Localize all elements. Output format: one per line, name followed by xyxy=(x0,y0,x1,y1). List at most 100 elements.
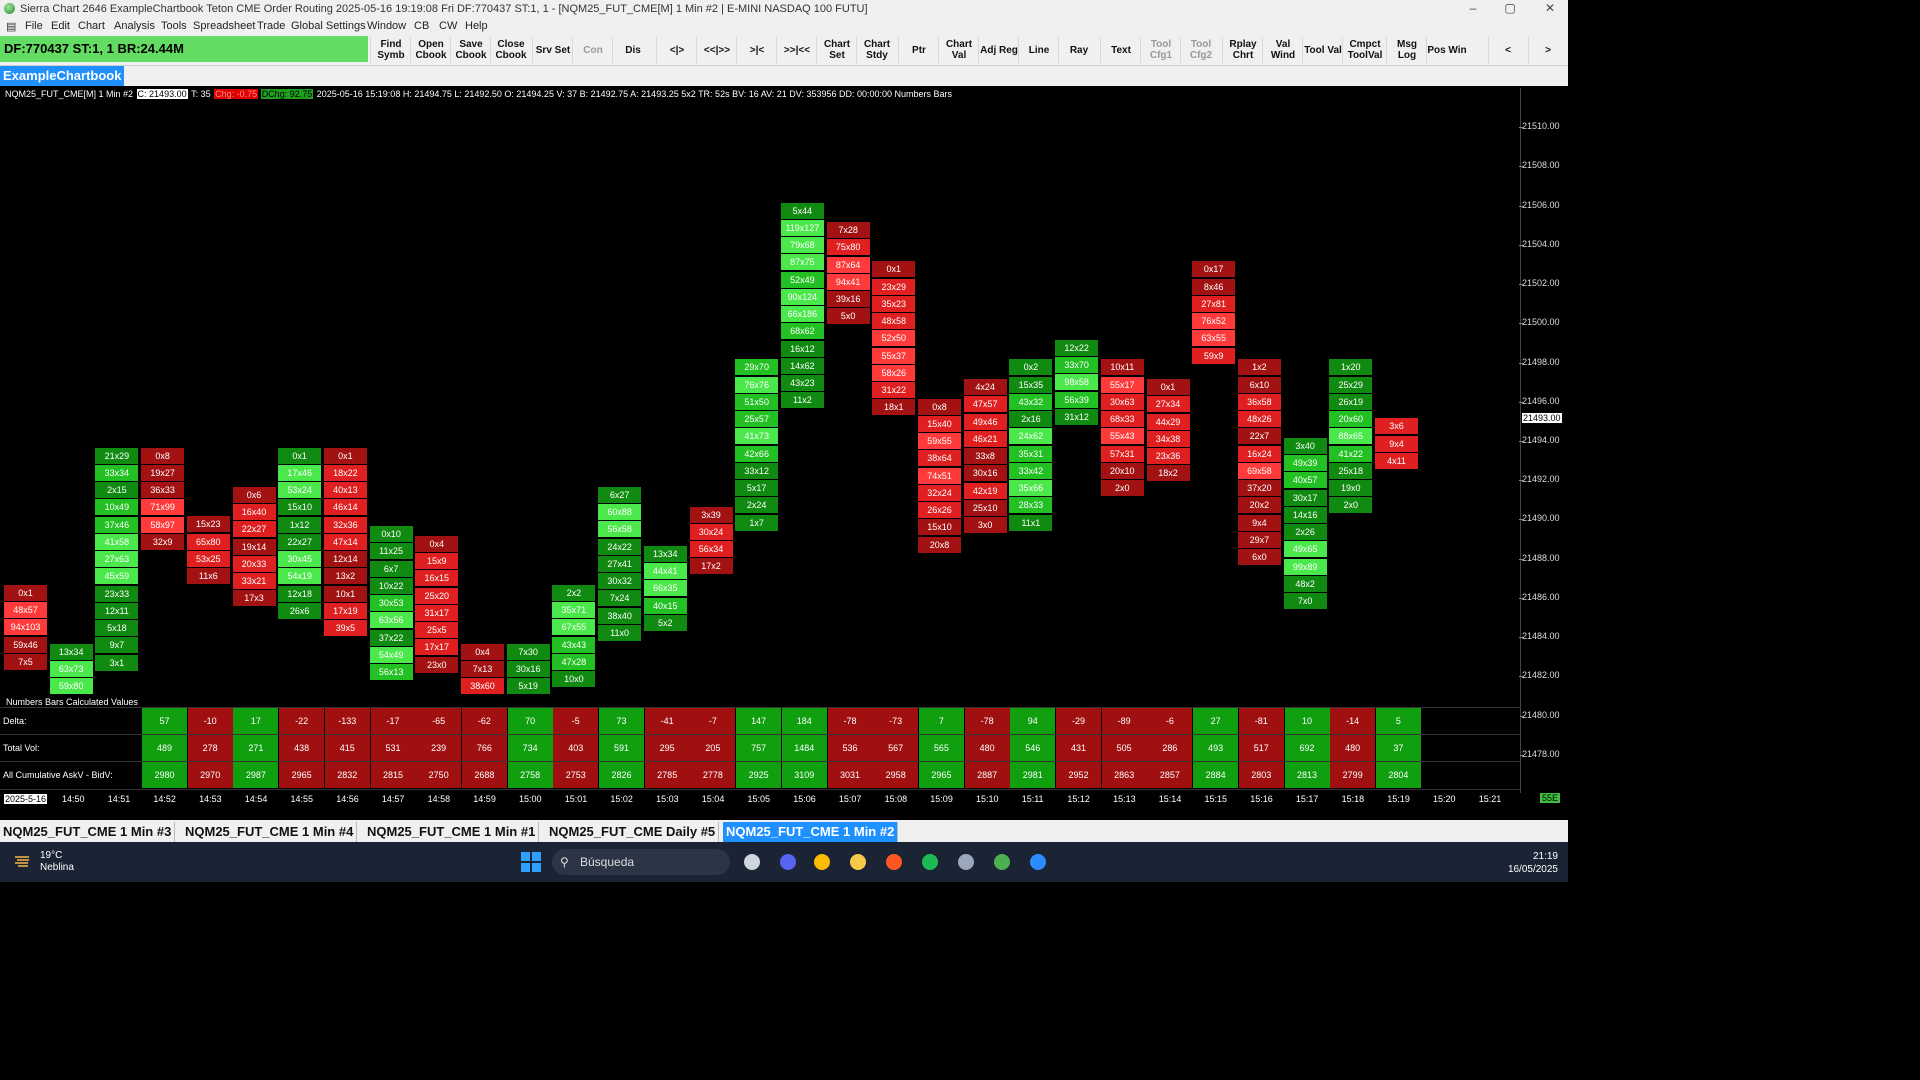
total_vol-value: 517 xyxy=(1238,735,1284,761)
discord-icon[interactable] xyxy=(777,852,799,872)
chart-tab-4[interactable]: NQM25_FUT_CME 1 Min #2 xyxy=(723,822,899,842)
numbers-bar-cell: 59x9 xyxy=(1192,347,1236,364)
app-grid-icon[interactable] xyxy=(955,852,977,872)
zoom-icon[interactable] xyxy=(1027,852,1049,872)
toolbar-button-6[interactable]: Dis xyxy=(612,37,653,63)
numbers-bar-cell: 17x17 xyxy=(415,639,459,656)
chart-tab-2[interactable]: NQM25_FUT_CME 1 Min #1 xyxy=(364,822,540,842)
time-tick-label: 15:20 xyxy=(1433,794,1456,804)
delta-value: 57 xyxy=(142,708,187,734)
menu-cb[interactable]: CB xyxy=(414,20,429,32)
time-axis[interactable] xyxy=(0,793,1568,805)
chartbook-name[interactable]: ExampleChartbook xyxy=(0,66,125,86)
chart-tab-1[interactable]: NQM25_FUT_CME 1 Min #4 xyxy=(182,822,358,842)
task-view-icon[interactable] xyxy=(741,852,763,872)
numbers-bar-cell: 11x1 xyxy=(1009,514,1053,531)
toolbar-button-21[interactable]: Rplay Chrt xyxy=(1222,37,1263,63)
toolbar-button-26[interactable]: Pos Win xyxy=(1426,37,1467,63)
menu-edit[interactable]: Edit xyxy=(51,20,70,32)
menu-tools[interactable]: Tools xyxy=(161,20,187,32)
numbers-bar-cell: 41x73 xyxy=(735,428,779,445)
time-tick-label: 15:18 xyxy=(1341,794,1365,804)
chart-tab-0[interactable]: NQM25_FUT_CME 1 Min #3 xyxy=(0,822,176,842)
toolbar-button-1[interactable]: Open Cbook xyxy=(410,37,451,63)
numbers-bar-cell: 15x10 xyxy=(918,519,961,536)
toolbar-button-12[interactable]: Chart Stdy xyxy=(856,37,897,63)
file-explorer-icon[interactable] xyxy=(847,852,869,872)
toolbar-button-7[interactable]: <|> xyxy=(656,37,697,63)
numbers-bar-cell: 37x20 xyxy=(1237,480,1281,497)
info-trades: T: 35 xyxy=(191,89,211,99)
toolbar-button-2[interactable]: Save Cbook xyxy=(450,37,491,63)
weather-temp: 19°C xyxy=(40,850,63,861)
menu-help[interactable]: Help xyxy=(465,20,488,32)
toolbar-button-4[interactable]: Srv Set xyxy=(532,37,573,63)
time-tick-label: 14:59 xyxy=(473,794,496,804)
time-tick-label: 15:21 xyxy=(1478,794,1502,804)
toolbar-button-14[interactable]: Chart Val xyxy=(938,37,979,63)
numbers-bar-cell: 6x27 xyxy=(598,486,642,503)
toolbar-button-17[interactable]: Ray xyxy=(1058,37,1099,63)
toolbar-button-19[interactable]: Tool Cfg1 xyxy=(1140,37,1181,63)
delta-value: -65 xyxy=(416,708,462,734)
toolbar-button-24[interactable]: Cmpct ToolVal xyxy=(1342,37,1387,63)
menu-file[interactable]: File xyxy=(25,20,43,32)
menu-window[interactable]: Window xyxy=(367,20,406,32)
menu-analysis[interactable]: Analysis xyxy=(114,20,155,32)
menu-cw[interactable]: CW xyxy=(439,20,457,32)
close-button[interactable]: ✕ xyxy=(1537,1,1563,15)
delta-value: -6 xyxy=(1147,708,1193,734)
numbers-bar-cell: 5x0 xyxy=(826,308,870,325)
numbers-bar-cell: 30x16 xyxy=(506,661,550,678)
windows-start-icon[interactable] xyxy=(520,852,542,872)
numbers-bar-cell: 25x5 xyxy=(415,622,459,639)
delta-value: 73 xyxy=(599,708,644,734)
taskbar-clock[interactable]: 21:19 16/05/2025 xyxy=(1490,850,1558,876)
toolbar-button-3[interactable]: Close Cbook xyxy=(490,37,531,63)
time-tick-label: 15:06 xyxy=(793,794,816,804)
toolbar-button-15[interactable]: Adj Reg xyxy=(978,37,1019,63)
numbers-bar-cell: 13x34 xyxy=(49,643,93,660)
app-red-icon[interactable] xyxy=(883,852,905,872)
numbers-bar-cell: 1x2 xyxy=(1237,359,1281,376)
taskbar-search[interactable]: ⚲ Búsqueda xyxy=(552,849,730,875)
toolbar-button-0[interactable]: Find Symb xyxy=(370,37,411,63)
toolbar-button-22[interactable]: Val Wind xyxy=(1262,37,1303,63)
minimize-button[interactable]: – xyxy=(1460,1,1486,15)
info-close: C: 21493.00 xyxy=(136,89,188,99)
maximize-button[interactable]: ▢ xyxy=(1497,1,1523,15)
cumulative-value: 2832 xyxy=(324,762,370,788)
spotify-icon[interactable] xyxy=(919,852,941,872)
toolbar-button-10[interactable]: >>|<< xyxy=(776,37,817,63)
toolbar-button-25[interactable]: Msg Log xyxy=(1386,37,1427,63)
numbers-bar-cell: 22x7 xyxy=(1237,428,1281,445)
chart-tab-3[interactable]: NQM25_FUT_CME Daily #5 xyxy=(546,822,720,842)
toolbar-button-16[interactable]: Line xyxy=(1018,37,1059,63)
sierra-chart-icon[interactable] xyxy=(991,852,1013,872)
info-details: 2025-05-16 15:19:08 H: 21494.75 L: 21492… xyxy=(316,89,953,99)
numbers-bar-cell: 75x80 xyxy=(826,239,870,256)
toolbar-button-13[interactable]: Ptr xyxy=(898,37,939,63)
numbers-bar-cell: 19x27 xyxy=(141,464,185,481)
toolbar-button-27[interactable]: < xyxy=(1488,37,1527,63)
menu-chart[interactable]: Chart xyxy=(78,20,105,32)
toolbar-button-8[interactable]: <<|>> xyxy=(696,37,737,63)
price-tick-label: 21506.00 xyxy=(1522,199,1560,210)
menu-trade[interactable]: Trade xyxy=(257,20,285,32)
numbers-bar-cell: 5x2 xyxy=(643,614,687,631)
toolbar-button-23[interactable]: Tool Val xyxy=(1302,37,1343,63)
time-tick-label: 14:54 xyxy=(244,794,268,804)
numbers-bar-cell: 44x41 xyxy=(643,563,687,579)
menu-global-settings[interactable]: Global Settings xyxy=(291,20,366,32)
toolbar-button-18[interactable]: Text xyxy=(1100,37,1141,63)
toolbar-button-5[interactable]: Con xyxy=(572,37,613,63)
delta-value: -62 xyxy=(461,708,507,734)
price-tick-label: 21482.00 xyxy=(1522,670,1560,681)
toolbar-button-28[interactable]: > xyxy=(1528,37,1567,63)
chrome-icon[interactable] xyxy=(811,852,833,872)
toolbar-button-9[interactable]: >|< xyxy=(736,37,777,63)
toolbar-button-11[interactable]: Chart Set xyxy=(816,37,857,63)
menu-spreadsheet[interactable]: Spreadsheet xyxy=(193,20,255,32)
toolbar-button-20[interactable]: Tool Cfg2 xyxy=(1180,37,1221,63)
app-menu-icon[interactable]: ▤ xyxy=(6,20,16,33)
